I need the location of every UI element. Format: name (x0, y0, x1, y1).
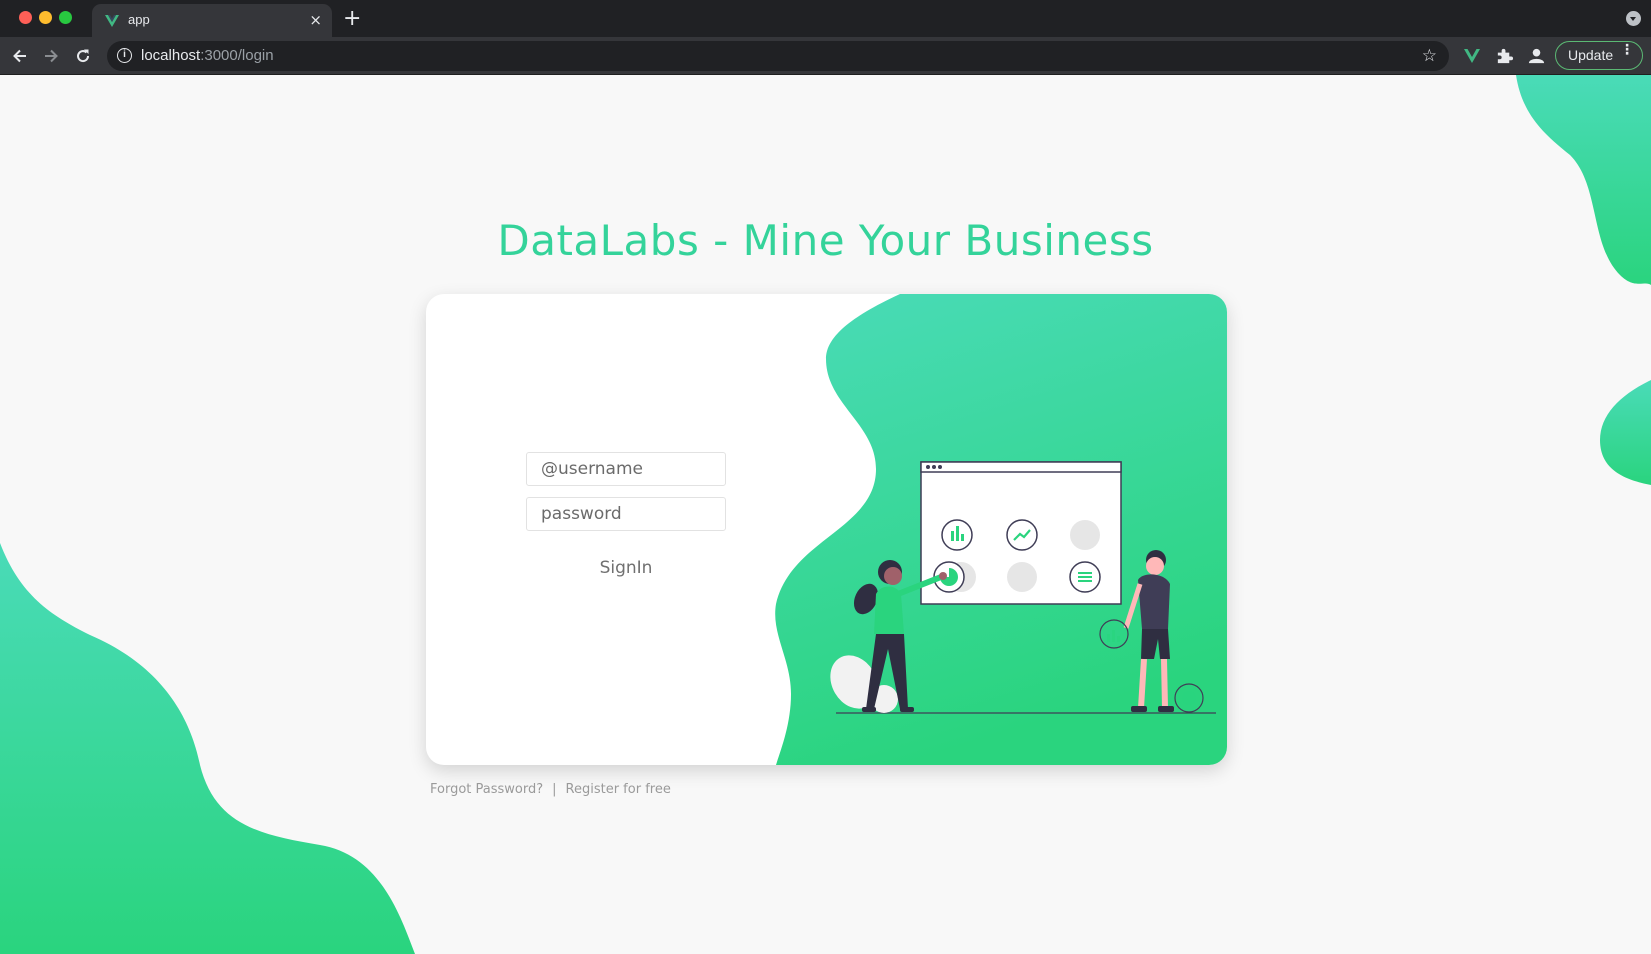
minimize-window-button[interactable] (39, 11, 52, 24)
menu-icon[interactable]: ⋮ (1620, 42, 1634, 58)
browser-tab[interactable]: app × (92, 4, 332, 37)
register-link[interactable]: Register for free (566, 782, 671, 797)
extensions-icon[interactable] (1495, 46, 1514, 65)
forgot-password-link[interactable]: Forgot Password? (430, 782, 543, 797)
address-bar[interactable]: i localhost:3000/login ☆ (107, 41, 1449, 71)
browser-toolbar: i localhost:3000/login ☆ Update ⋮ (0, 37, 1651, 75)
forward-button[interactable] (37, 42, 65, 70)
back-button[interactable] (6, 42, 34, 70)
reload-icon (77, 49, 90, 63)
url-text[interactable]: localhost:3000/login (141, 47, 274, 64)
browser-tab-bar: app × + (0, 0, 1651, 37)
bottom-left-blob (0, 543, 415, 954)
tab-title: app (128, 12, 150, 27)
auth-links: Forgot Password? | Register for free (430, 782, 671, 797)
page-title: DataLabs - Mine Your Business (497, 216, 1154, 265)
update-button[interactable]: Update ⋮ (1555, 41, 1643, 70)
new-tab-button[interactable]: + (343, 7, 361, 31)
login-page: DataLabs - Mine Your Business @username … (0, 75, 1651, 954)
info-icon[interactable]: i (117, 48, 132, 63)
maximize-window-button[interactable] (59, 11, 72, 24)
dashboard-illustration (920, 461, 1122, 605)
reload-button[interactable] (69, 42, 97, 70)
tab-search-icon[interactable] (1626, 11, 1641, 26)
password-input[interactable] (526, 497, 726, 531)
signin-button[interactable]: SignIn (526, 558, 726, 578)
link-separator: | (552, 782, 557, 797)
vue-devtools-icon[interactable] (1463, 47, 1481, 65)
username-input[interactable] (526, 452, 726, 486)
forward-icon (45, 49, 58, 63)
profile-icon[interactable] (1527, 46, 1546, 65)
right-middle-blob (1600, 380, 1651, 485)
vue-favicon-icon (105, 15, 119, 27)
tab-close-icon[interactable]: × (309, 11, 322, 29)
star-icon[interactable]: ☆ (1422, 46, 1437, 66)
login-card: SignIn (426, 294, 1227, 765)
close-window-button[interactable] (19, 11, 32, 24)
back-icon (13, 49, 26, 63)
